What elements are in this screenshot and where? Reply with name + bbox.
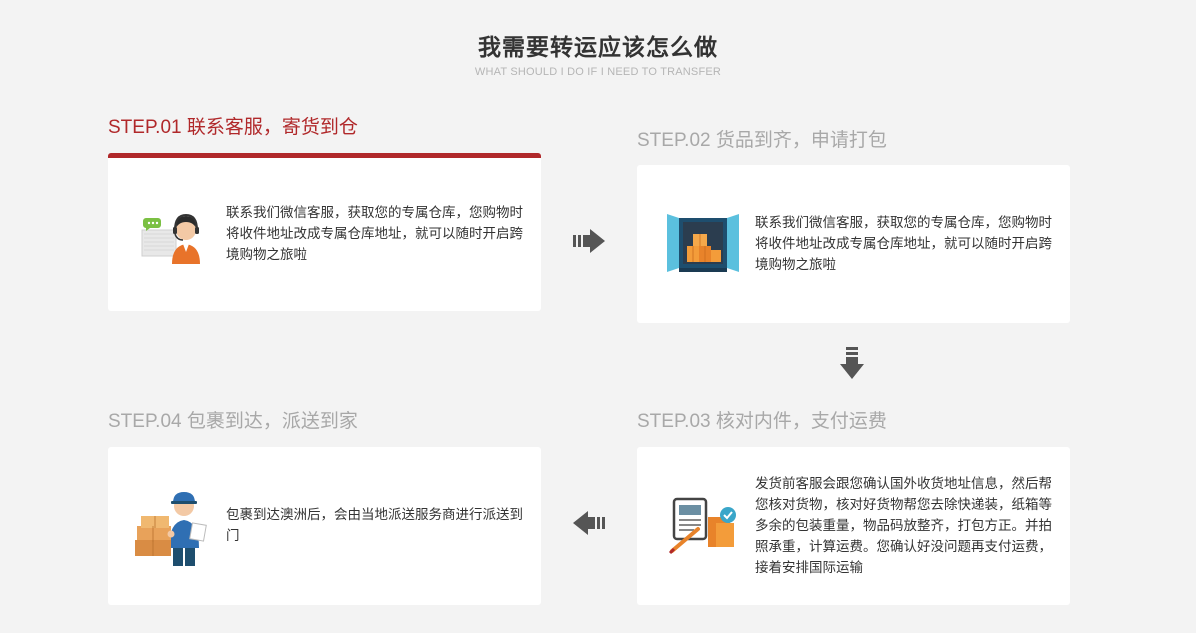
step-4-description: 包裹到达澳洲后，会由当地派送服务商进行派送到门 bbox=[226, 507, 523, 544]
checklist-package-icon bbox=[637, 495, 755, 557]
arrow-down-icon bbox=[840, 347, 864, 383]
warehouse-boxes-icon bbox=[637, 212, 755, 276]
step-3-card: 发货前客服会跟您确认国外收货地址信息，然后帮您核对货物，核对好货物帮您去除快递装… bbox=[637, 447, 1070, 605]
page-title: 我需要转运应该怎么做 bbox=[478, 35, 718, 61]
arrow-right-icon bbox=[573, 229, 605, 257]
step-2-card: 联系我们微信客服，获取您的专属仓库，您购物时将收件地址改成专属仓库地址，就可以随… bbox=[637, 165, 1070, 323]
arrow-left-icon bbox=[573, 511, 605, 539]
step-4-card: 包裹到达澳洲后，会由当地派送服务商进行派送到门 bbox=[108, 447, 541, 605]
step-2-description: 联系我们微信客服，获取您的专属仓库，您购物时将收件地址改成专属仓库地址，就可以随… bbox=[755, 214, 1052, 273]
step-4-heading: STEP.04 包裹到达，派送到家 bbox=[108, 411, 358, 432]
step-3-description: 发货前客服会跟您确认国外收货地址信息，然后帮您核对货物，核对好货物帮您去除快递装… bbox=[755, 475, 1052, 576]
step-1-description: 联系我们微信客服，获取您的专属仓库，您购物时将收件地址改成专属仓库地址，就可以随… bbox=[226, 205, 523, 263]
customer-service-icon bbox=[108, 204, 226, 266]
page-subtitle: WHAT SHOULD I DO IF I NEED TO TRANSFER bbox=[474, 66, 722, 78]
step-1-heading: STEP.01 联系客服，寄货到仓 bbox=[108, 117, 358, 138]
step-3-heading: STEP.03 核对内件，支付运费 bbox=[637, 411, 887, 432]
step-1-card: 联系我们微信客服，获取您的专属仓库，您购物时将收件地址改成专属仓库地址，就可以随… bbox=[108, 153, 541, 311]
step-2-heading: STEP.02 货品到齐，申请打包 bbox=[637, 130, 887, 151]
delivery-person-icon bbox=[108, 484, 226, 568]
